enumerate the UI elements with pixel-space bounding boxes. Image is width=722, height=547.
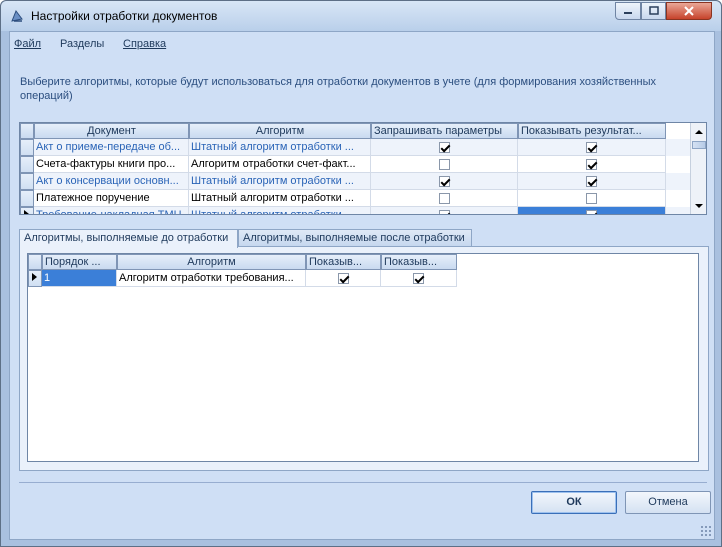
documents-grid[interactable]: Документ Алгоритм Запрашивать параметры … — [19, 122, 707, 215]
checkbox[interactable] — [586, 158, 597, 170]
cell-ask-params[interactable] — [371, 190, 518, 207]
current-row-arrow-icon — [24, 210, 29, 214]
cell-document[interactable]: Платежное поручение — [34, 190, 189, 207]
checkbox[interactable] — [586, 192, 597, 204]
checkbox[interactable] — [438, 158, 450, 170]
cell-algorithm[interactable]: Штатный алгоритм отработки ... — [189, 190, 371, 207]
close-icon — [684, 6, 694, 16]
col-order[interactable]: Порядок ... — [42, 254, 117, 270]
scroll-thumb[interactable] — [692, 141, 706, 149]
checkbox[interactable] — [438, 175, 450, 187]
row-selector-header — [20, 123, 34, 139]
row-selector-current[interactable] — [20, 207, 34, 214]
cell-show-1[interactable] — [306, 270, 381, 287]
scroll-down-button[interactable] — [691, 197, 706, 214]
checkbox[interactable] — [586, 141, 597, 153]
checkbox[interactable] — [438, 141, 450, 153]
cell-show-result[interactable] — [518, 139, 666, 156]
documents-grid-scrollbar[interactable] — [690, 123, 706, 214]
cell-show-result[interactable] — [518, 173, 666, 190]
footer-separator — [19, 482, 707, 483]
cell-show-result[interactable] — [518, 190, 666, 207]
table-row[interactable]: Счета-фактуры книги про... Алгоритм отра… — [20, 156, 690, 173]
cell-show-2[interactable] — [381, 270, 457, 287]
cell-document[interactable]: Акт о приеме-передаче об... — [34, 139, 189, 156]
cell-show-result[interactable] — [518, 156, 666, 173]
row-selector-current[interactable] — [28, 270, 42, 287]
row-selector[interactable] — [20, 190, 34, 207]
minimize-button[interactable] — [615, 2, 641, 20]
algorithms-grid[interactable]: Порядок ... Алгоритм Показыв... Показыв.… — [27, 253, 699, 462]
cell-algorithm[interactable]: Штатный алгоритм отработки ... — [189, 207, 371, 214]
table-row[interactable]: Акт о консервации основн... Штатный алго… — [20, 173, 690, 190]
checkbox[interactable] — [586, 175, 597, 187]
menu-bar: Файл Разделы Справка — [10, 32, 714, 56]
menu-help-label: Справка — [123, 38, 167, 50]
checkbox[interactable] — [438, 192, 450, 204]
col-ask-params[interactable]: Запрашивать параметры — [371, 123, 518, 139]
checkbox[interactable] — [413, 272, 424, 284]
tab-panel: Порядок ... Алгоритм Показыв... Показыв.… — [19, 246, 709, 471]
title-bar[interactable]: Настройки отработки документов — [1, 1, 721, 31]
table-row[interactable]: Платежное поручение Штатный алгоритм отр… — [20, 190, 690, 207]
menu-file[interactable]: Файл — [14, 38, 41, 50]
instructions-text: Выберите алгоритмы, которые будут исполь… — [20, 76, 656, 102]
cell-ask-params[interactable] — [371, 173, 518, 190]
checkbox[interactable] — [337, 272, 349, 284]
minimize-icon — [624, 12, 632, 14]
menu-sections[interactable]: Разделы — [60, 38, 104, 50]
table-row[interactable]: Акт о приеме-передаче об... Штатный алго… — [20, 139, 690, 156]
table-row-current[interactable]: 1 Алгоритм отработки требования... — [28, 270, 458, 287]
window-title: Настройки отработки документов — [31, 9, 218, 23]
dialog-window: Настройки отработки документов Файл Разд… — [0, 0, 722, 547]
cell-algorithm[interactable]: Алгоритм отработки счет-факт... — [189, 156, 371, 173]
table-row-current[interactable]: Требование-накладная ТМЦ Штатный алгорит… — [20, 207, 690, 214]
row-selector[interactable] — [20, 173, 34, 190]
checkbox[interactable] — [438, 209, 450, 214]
resize-grip-icon[interactable] — [700, 525, 712, 537]
ok-button[interactable]: ОК — [531, 491, 617, 514]
menu-file-label: Файл — [14, 38, 42, 50]
app-pen-icon — [11, 9, 23, 22]
col-algorithm[interactable]: Алгоритм — [189, 123, 371, 139]
menu-help[interactable]: Справка — [123, 38, 166, 50]
row-selector-header — [28, 254, 42, 270]
row-selector[interactable] — [20, 139, 34, 156]
row-selector[interactable] — [20, 156, 34, 173]
col-document[interactable]: Документ — [34, 123, 189, 139]
cell-ask-params[interactable] — [371, 207, 518, 214]
close-button[interactable] — [666, 2, 712, 20]
scroll-up-button[interactable] — [691, 123, 706, 140]
tab-strip: Алгоритмы, выполняемые до отработки Алго… — [19, 229, 709, 248]
col-algorithm[interactable]: Алгоритм — [117, 254, 306, 270]
cell-document[interactable]: Требование-накладная ТМЦ — [34, 207, 189, 214]
documents-grid-header: Документ Алгоритм Запрашивать параметры … — [20, 123, 690, 139]
current-row-arrow-icon — [32, 273, 37, 281]
cell-algorithm[interactable]: Алгоритм отработки требования... — [117, 270, 306, 287]
cell-algorithm[interactable]: Штатный алгоритм отработки ... — [189, 173, 371, 190]
arrow-up-icon — [695, 129, 703, 134]
cell-order[interactable]: 1 — [42, 270, 117, 287]
maximize-icon — [648, 6, 659, 15]
tab-after-processing[interactable]: Алгоритмы, выполняемые после отработки — [238, 229, 472, 247]
dialog-client-area: Файл Разделы Справка Выберите алгоритмы,… — [9, 31, 715, 540]
cell-document[interactable]: Счета-фактуры книги про... — [34, 156, 189, 173]
cell-document[interactable]: Акт о консервации основн... — [34, 173, 189, 190]
checkbox[interactable] — [586, 209, 597, 214]
arrow-down-icon — [695, 203, 703, 208]
cell-algorithm[interactable]: Штатный алгоритм отработки ... — [189, 139, 371, 156]
col-show-1[interactable]: Показыв... — [306, 254, 381, 270]
col-show-result[interactable]: Показывать результат... — [518, 123, 666, 139]
col-show-2[interactable]: Показыв... — [381, 254, 457, 270]
cell-ask-params[interactable] — [371, 156, 518, 173]
maximize-button[interactable] — [641, 2, 666, 20]
cell-ask-params[interactable] — [371, 139, 518, 156]
cell-show-result-selected[interactable] — [518, 207, 666, 214]
tab-before-processing[interactable]: Алгоритмы, выполняемые до отработки — [19, 229, 238, 248]
cancel-button[interactable]: Отмена — [625, 491, 711, 514]
